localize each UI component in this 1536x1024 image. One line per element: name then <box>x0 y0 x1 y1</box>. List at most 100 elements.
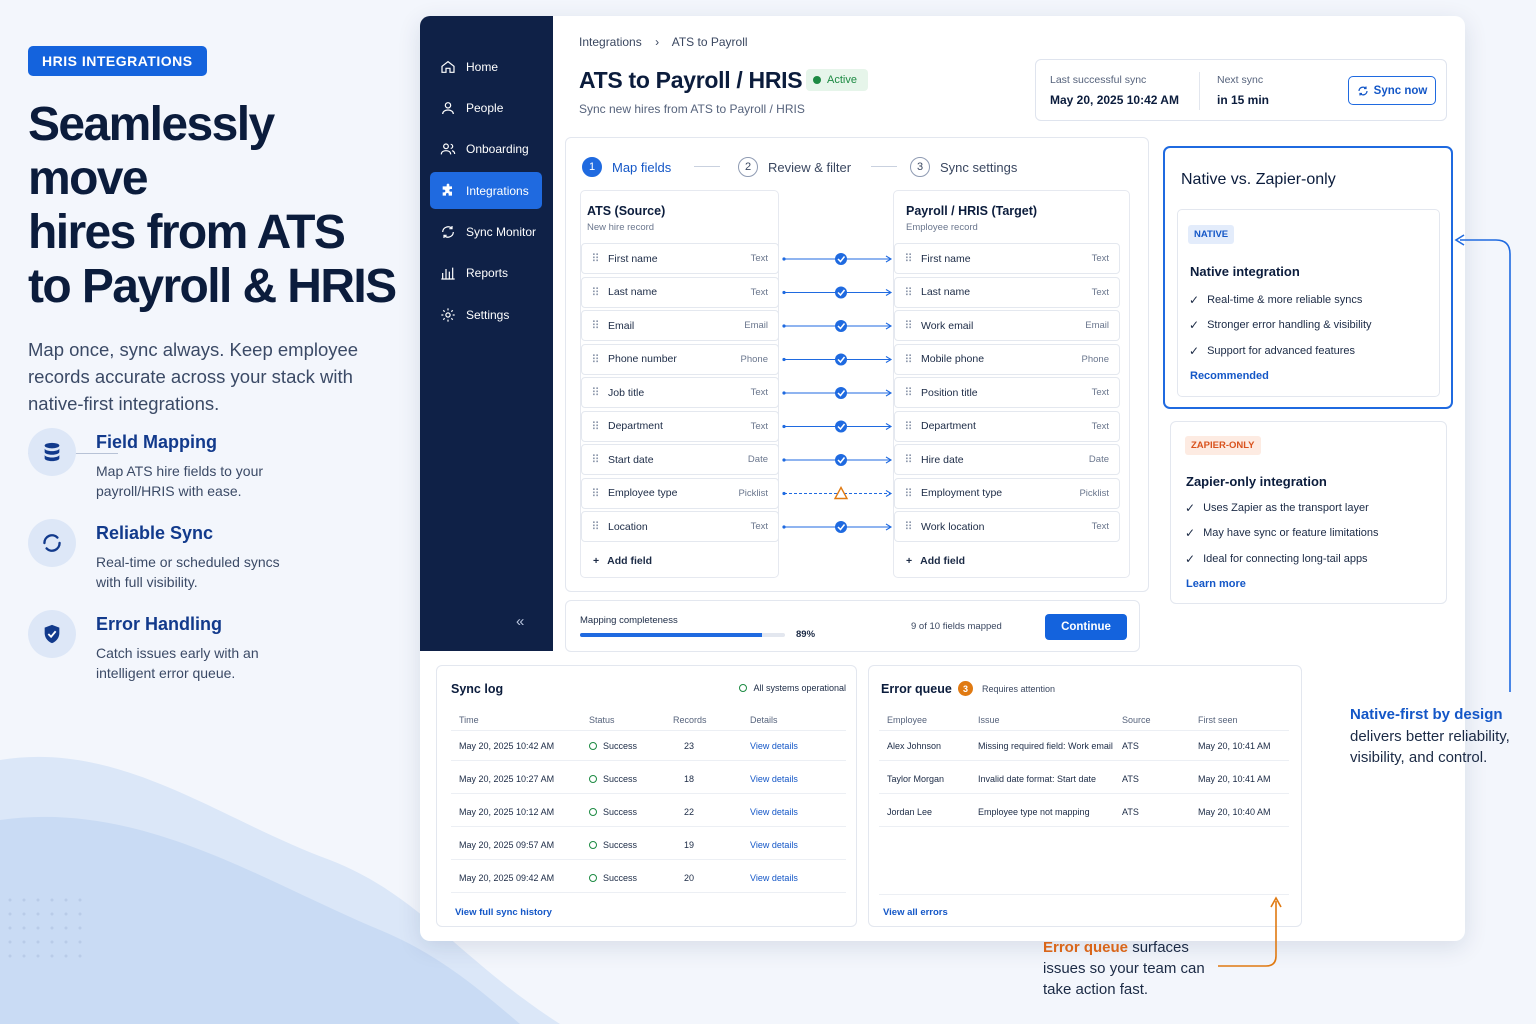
drag-handle-icon[interactable]: ⠿ <box>895 420 921 433</box>
drag-handle-icon[interactable]: ⠿ <box>895 487 921 500</box>
hero-subtitle: Map once, sync always. Keep employee rec… <box>28 339 359 414</box>
mapping-connector[interactable] <box>782 420 893 433</box>
step-map-fields[interactable]: 1 Map fields <box>582 157 671 177</box>
drag-handle-icon[interactable]: ⠿ <box>582 420 608 433</box>
target-field-row[interactable]: ⠿ Hire date Date <box>894 444 1120 475</box>
cell-employee: Alex Johnson <box>887 741 942 751</box>
source-field-row[interactable]: ⠿ Job title Text <box>581 377 779 408</box>
target-field-row[interactable]: ⠿ Position title Text <box>894 377 1120 408</box>
drag-handle-icon[interactable]: ⠿ <box>895 453 921 466</box>
drag-handle-icon[interactable]: ⠿ <box>582 353 608 366</box>
mapping-connector[interactable] <box>782 521 893 533</box>
column-header: Details <box>750 715 778 725</box>
sync-now-button[interactable]: Sync now <box>1348 76 1436 105</box>
drag-handle-icon[interactable]: ⠿ <box>895 353 921 366</box>
cell-time: May 20, 2025 09:42 AM <box>459 873 555 883</box>
field-name: Phone number <box>608 353 677 365</box>
source-field-row[interactable]: ⠿ Department Text <box>581 410 779 442</box>
drag-handle-icon[interactable]: ⠿ <box>582 286 608 299</box>
drag-handle-icon[interactable]: ⠿ <box>582 487 608 500</box>
breadcrumb-item[interactable]: Integrations <box>579 35 642 49</box>
mapping-warning-connector[interactable] <box>782 486 893 500</box>
target-field-row[interactable]: ⠿ Work email Email <box>894 310 1120 341</box>
row-divider <box>451 859 846 860</box>
row-divider <box>451 892 846 893</box>
refresh-icon <box>1358 86 1368 95</box>
check-circle-icon <box>835 420 847 433</box>
zapier-point-text: May have sync or feature limitations <box>1203 527 1379 539</box>
mapping-connector[interactable] <box>782 286 893 299</box>
zapier-point-text: Uses Zapier as the transport layer <box>1203 502 1369 514</box>
view-details-link[interactable]: View details <box>750 873 798 883</box>
field-name: Position title <box>921 386 978 399</box>
step-review-filter[interactable]: 2 Review & filter <box>738 157 851 177</box>
mapping-connector[interactable] <box>782 353 893 366</box>
sidebar-item-label: Home <box>466 59 499 74</box>
source-field-row[interactable]: ⠿ Phone number Phone <box>581 343 779 375</box>
cell-source: ATS <box>1122 741 1139 751</box>
sidebar-item-sync-monitor[interactable]: Sync Monitor <box>430 213 542 250</box>
target-field-row[interactable]: ⠿ First name Text <box>894 243 1120 274</box>
mapping-connector[interactable] <box>782 320 893 332</box>
source-field-row[interactable]: ⠿ First name Text <box>581 243 779 274</box>
sync-status-box: Last successful sync May 20, 2025 10:42 … <box>1035 59 1447 121</box>
cell-issue: Employee type not mapping <box>978 807 1090 817</box>
drag-handle-icon[interactable]: ⠿ <box>895 252 921 265</box>
add-source-field-button[interactable]: + Add field <box>593 555 652 567</box>
hero-title: Seamlessly move hires from ATS to Payrol… <box>28 98 398 314</box>
source-field-row[interactable]: ⠿ Location Text <box>581 511 779 542</box>
sidebar-item-settings[interactable]: Settings <box>430 296 542 333</box>
sidebar-item-home[interactable]: Home <box>430 48 542 85</box>
table-row[interactable]: Taylor Morgan Invalid date format: Start … <box>869 774 1303 794</box>
view-details-link[interactable]: View details <box>750 840 798 850</box>
drag-handle-icon[interactable]: ⠿ <box>582 520 608 533</box>
table-row[interactable]: Alex Johnson Missing required field: Work… <box>869 741 1303 761</box>
target-field-row[interactable]: ⠿ Employment type Picklist <box>894 477 1120 509</box>
table-row[interactable]: Jordan Lee Employee type not mapping ATS Ma… <box>869 807 1303 827</box>
mapping-connector[interactable] <box>782 387 893 399</box>
drag-handle-icon[interactable]: ⠿ <box>895 520 921 533</box>
view-details-link[interactable]: View details <box>750 807 798 817</box>
field-name: Hire date <box>921 453 964 466</box>
source-field-row[interactable]: ⠿ Employee type Picklist <box>581 477 779 509</box>
source-field-row[interactable]: ⠿ Last name Text <box>581 276 779 308</box>
target-field-row[interactable]: ⠿ Department Text <box>894 410 1120 442</box>
sidebar-item-integrations[interactable]: Integrations <box>430 172 542 209</box>
drag-handle-icon[interactable]: ⠿ <box>582 252 608 265</box>
view-sync-history-link[interactable]: View full sync history <box>455 907 552 918</box>
row-divider <box>879 826 1289 827</box>
check-circle-icon <box>835 286 847 299</box>
mapping-connector[interactable] <box>782 253 893 265</box>
sync-monitor-icon <box>442 225 454 238</box>
target-field-row[interactable]: ⠿ Mobile phone Phone <box>894 343 1120 375</box>
view-all-errors-link[interactable]: View all errors <box>883 907 948 918</box>
drag-handle-icon[interactable]: ⠿ <box>582 386 608 399</box>
error-count-badge: 3 <box>958 681 973 696</box>
view-details-link[interactable]: View details <box>750 741 798 751</box>
mapping-connector[interactable] <box>782 454 893 466</box>
sidebar-item-onboarding[interactable]: Onboarding <box>430 130 542 167</box>
target-field-row[interactable]: ⠿ Last name Text <box>894 276 1120 308</box>
source-field-row[interactable]: ⠿ Start date Date <box>581 444 779 475</box>
drag-handle-icon[interactable]: ⠿ <box>895 386 921 399</box>
continue-button[interactable]: Continue <box>1045 614 1127 640</box>
target-field-row[interactable]: ⠿ Work location Text <box>894 511 1120 542</box>
cell-first-seen: May 20, 10:41 AM <box>1198 774 1271 784</box>
error-queue-callout: Error queue surfaces issues so your team… <box>1043 937 1218 1000</box>
source-field-row[interactable]: ⠿ Email Email <box>581 310 779 341</box>
collapse-sidebar-icon[interactable]: « <box>516 613 524 630</box>
sidebar-item-reports[interactable]: Reports <box>430 254 542 291</box>
drag-handle-icon[interactable]: ⠿ <box>582 319 608 332</box>
add-target-field-button[interactable]: + Add field <box>906 555 965 567</box>
drag-handle-icon[interactable]: ⠿ <box>895 286 921 299</box>
drag-handle-icon[interactable]: ⠿ <box>582 453 608 466</box>
sidebar-item-people[interactable]: People <box>430 89 542 126</box>
step-sync-settings[interactable]: 3 Sync settings <box>910 157 1017 177</box>
drag-handle-icon[interactable]: ⠿ <box>895 319 921 332</box>
learn-more-link[interactable]: Learn more <box>1186 578 1246 590</box>
check-circle-icon <box>835 253 847 265</box>
recommended-link[interactable]: Recommended <box>1190 370 1269 382</box>
view-details-link[interactable]: View details <box>750 774 798 784</box>
source-subtitle: New hire record <box>587 222 655 233</box>
add-field-label: Add field <box>607 555 653 567</box>
